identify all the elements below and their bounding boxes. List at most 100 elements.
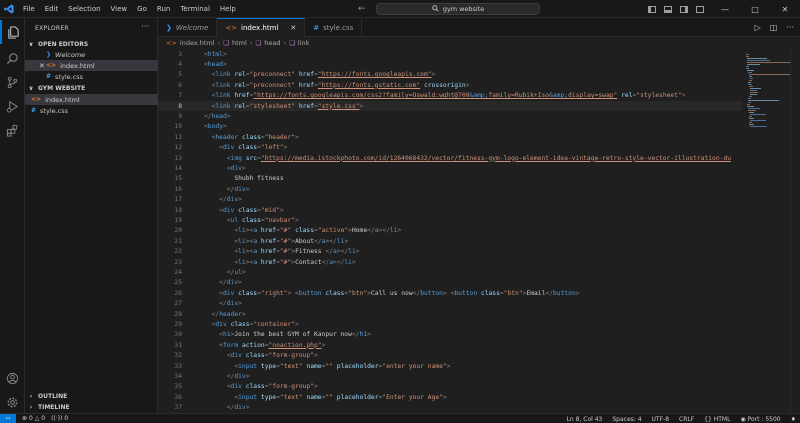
code-editor[interactable]: 3 <html> 4 <head> 5 <link rel="preconnect" h…	[158, 48, 742, 413]
open-editor-item-welcome[interactable]: ❯ Welcome	[25, 49, 158, 60]
file-item-style-css[interactable]: # style.css	[25, 105, 158, 116]
folder-section[interactable]: ∨ GYM WEBSITE	[25, 83, 158, 94]
settings-gear-icon[interactable]	[0, 390, 25, 414]
code-line[interactable]: 12 <div class="left">	[158, 143, 742, 153]
menu-help[interactable]: Help	[215, 0, 241, 18]
breadcrumb-item[interactable]: html	[232, 39, 247, 47]
ports-indicator[interactable]: ((·)) 0	[51, 415, 68, 422]
code-text: <link rel="stylesheet" href="style.css">	[211, 102, 364, 110]
tab-style-css[interactable]: # style.css	[305, 18, 363, 37]
code-line[interactable]: 11 <header class="header">	[158, 132, 742, 142]
outline-section[interactable]: › OUTLINE	[25, 391, 158, 402]
minimap[interactable]	[742, 48, 790, 413]
run-and-debug-icon[interactable]	[0, 94, 25, 118]
remote-indicator-icon[interactable]: ›‹	[0, 413, 16, 423]
close-window-icon[interactable]: ✕	[770, 0, 800, 18]
code-line[interactable]: 36 <input type="text" name="" placeholde…	[158, 392, 742, 402]
breadcrumb-item[interactable]: link	[298, 39, 310, 47]
tab-welcome[interactable]: ❯ Welcome	[158, 18, 218, 37]
menu-view[interactable]: View	[106, 0, 133, 18]
toggle-secondary-sidebar-icon[interactable]	[680, 5, 688, 13]
menu-edit[interactable]: Edit	[40, 0, 64, 18]
code-line[interactable]: 9 </head>	[158, 111, 742, 121]
code-line[interactable]: 23 <li><a href="#">Contact</a></li>	[158, 257, 742, 267]
line-number: 23	[174, 258, 182, 266]
search-icon[interactable]	[0, 46, 25, 70]
toggle-panel-icon[interactable]	[664, 5, 672, 13]
minimize-icon[interactable]: —	[710, 0, 740, 18]
code-line[interactable]: 21 <li><a href="#">About</a></li>	[158, 236, 742, 246]
indentation[interactable]: Spaces: 4	[612, 416, 641, 423]
open-editor-item-style-css[interactable]: # style.css	[25, 71, 158, 82]
code-line[interactable]: 28 </header>	[158, 309, 742, 319]
tab-index-html[interactable]: <> index.html ✕	[217, 18, 306, 37]
code-line[interactable]: 22 <li><a href="#">Fitness </a></li>	[158, 247, 742, 257]
close-icon[interactable]: ✕	[290, 24, 296, 32]
code-line[interactable]: 26 <div class="right"> <button class="bt…	[158, 288, 742, 298]
explorer-icon[interactable]	[0, 20, 25, 44]
broadcast-icon: ((·))	[51, 415, 63, 422]
vertical-scrollbar[interactable]	[790, 48, 800, 413]
code-line[interactable]: 16 </div>	[158, 184, 742, 194]
customize-layout-icon[interactable]	[696, 5, 704, 13]
code-line[interactable]: 4 <head>	[158, 59, 742, 69]
menu-selection[interactable]: Selection	[63, 0, 105, 18]
code-line[interactable]: 31 <form action="noaction.php">	[158, 340, 742, 350]
code-line[interactable]: 27 </div>	[158, 299, 742, 309]
code-line[interactable]: 19 <ul class="navbar">	[158, 215, 742, 225]
live-server-port[interactable]: ◉ Port : 5500	[740, 416, 780, 423]
toggle-primary-sidebar-icon[interactable]	[648, 5, 656, 13]
menu-go[interactable]: Go	[132, 0, 152, 18]
encoding[interactable]: UTF-8	[652, 416, 670, 423]
code-line[interactable]: 25 </div>	[158, 278, 742, 288]
code-line[interactable]: 17 </div>	[158, 195, 742, 205]
menu-terminal[interactable]: Terminal	[175, 0, 215, 18]
code-line[interactable]: 29 <div class="container">	[158, 319, 742, 329]
code-line[interactable]: 20 <li><a href="#" class="active">Home</…	[158, 226, 742, 236]
language-mode[interactable]: {} HTML	[704, 416, 730, 423]
extensions-icon[interactable]	[0, 118, 25, 142]
command-center-search[interactable]: gym website	[376, 3, 540, 15]
code-line[interactable]: 3 <html>	[158, 49, 742, 59]
code-line[interactable]: 15 Shubh fitness	[158, 174, 742, 184]
problems-indicator[interactable]: ⊗ 0 △ 0	[22, 415, 45, 422]
accounts-icon[interactable]	[0, 366, 25, 390]
menu-file[interactable]: File	[18, 0, 40, 18]
breadcrumb-item[interactable]: index.html	[180, 39, 215, 47]
code-line[interactable]: 8 <link rel="stylesheet" href="style.css…	[158, 101, 742, 111]
notifications-bell-icon[interactable]: ♦	[791, 416, 796, 423]
end-of-line[interactable]: CRLF	[679, 416, 694, 423]
maximize-icon[interactable]: □	[740, 0, 770, 18]
code-line[interactable]: 18 <div class="mid">	[158, 205, 742, 215]
code-line[interactable]: 37 </div>	[158, 403, 742, 413]
code-line[interactable]: 32 <div class="form-group">	[158, 351, 742, 361]
code-line[interactable]: 13 <img src="https://media.istockphoto.c…	[158, 153, 742, 163]
code-line[interactable]: 5 <link rel="preconnect" href="https://f…	[158, 70, 742, 80]
split-editor-icon[interactable]: ◫	[770, 23, 778, 32]
source-control-icon[interactable]	[0, 70, 25, 94]
more-actions-icon[interactable]: ···	[141, 22, 149, 31]
breadcrumb-item[interactable]: head	[264, 39, 280, 47]
run-icon[interactable]: ▷	[755, 23, 761, 32]
close-icon[interactable]: ✕	[39, 62, 45, 70]
file-item-index-html[interactable]: <> index.html	[25, 94, 158, 105]
code-line[interactable]: 33 <input type="text" name="" placeholde…	[158, 361, 742, 371]
timeline-section[interactable]: › TIMELINE	[25, 402, 158, 413]
minimap-line	[749, 124, 755, 125]
window-controls: — □ ✕	[710, 0, 800, 18]
more-actions-icon[interactable]: ···	[786, 23, 794, 32]
code-line[interactable]: 7 <link href="https://fonts.googleapis.c…	[158, 91, 742, 101]
code-line[interactable]: 24 </ul>	[158, 267, 742, 277]
code-line[interactable]: 6 <link rel="preconnect" href="https://f…	[158, 80, 742, 90]
open-editor-item-index-html[interactable]: ✕ <> index.html	[25, 60, 158, 71]
code-line[interactable]: 10 <body>	[158, 122, 742, 132]
code-line[interactable]: 30 <h1>Join the best GYM of Kanpur now</…	[158, 330, 742, 340]
chevron-down-icon: ∨	[28, 41, 34, 48]
tab-label: index.html	[241, 24, 279, 32]
code-line[interactable]: 34 </div>	[158, 371, 742, 381]
cursor-position[interactable]: Ln 8, Col 43	[567, 416, 603, 423]
code-line[interactable]: 35 <div class="form-group">	[158, 382, 742, 392]
code-line[interactable]: 14 <div>	[158, 163, 742, 173]
back-arrow-icon[interactable]: ←	[358, 4, 366, 14]
menu-run[interactable]: Run	[152, 0, 175, 18]
